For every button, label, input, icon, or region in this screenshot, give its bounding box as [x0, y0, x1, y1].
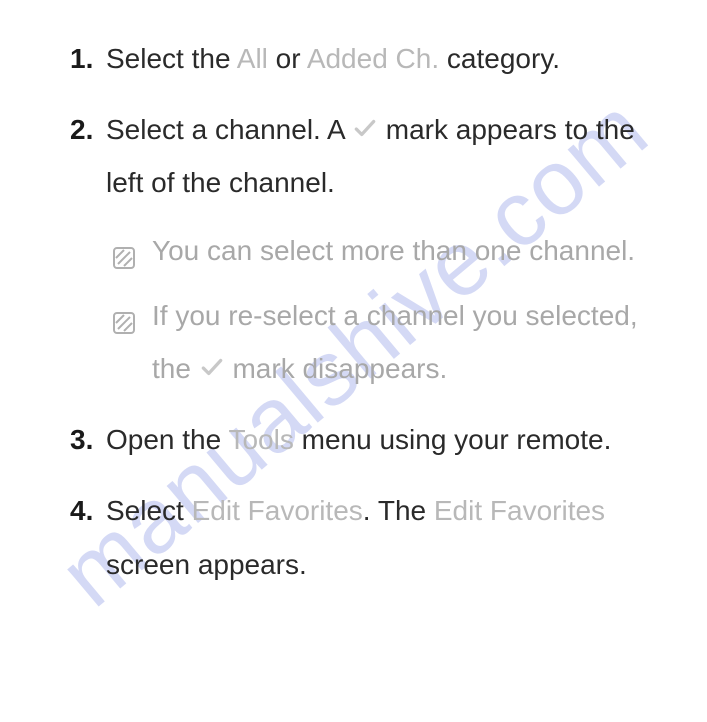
text-fragment: You can select more than one channel.: [152, 235, 635, 266]
text-fragment: screen appears.: [106, 549, 307, 580]
step-3: Open the Tools menu using your remote.: [70, 413, 667, 466]
text-fragment: Open the: [106, 424, 228, 455]
note-icon: [112, 311, 136, 335]
text-fragment: or: [268, 43, 307, 74]
note-icon: [112, 246, 136, 270]
note-1: You can select more than one channel.: [112, 224, 667, 277]
check-icon: [352, 115, 378, 141]
step-2: Select a channel. A mark appears to the …: [70, 103, 667, 395]
step-body: Select the All or Added Ch. category.: [106, 32, 667, 85]
step-body: Select Edit Favorites. The Edit Favorite…: [106, 484, 667, 590]
text-fragment: menu using your remote.: [294, 424, 612, 455]
note-2: If you re-select a channel you selected,…: [112, 289, 667, 395]
text-fragment: Edit Favorites: [434, 495, 605, 526]
step-body: Open the Tools menu using your remote.: [106, 413, 667, 466]
text-fragment: All: [237, 43, 268, 74]
steps-list: Select the All or Added Ch. category.Sel…: [70, 32, 667, 591]
text-fragment: . The: [363, 495, 434, 526]
step-notes: You can select more than one channel. If …: [112, 224, 667, 396]
step-4: Select Edit Favorites. The Edit Favorite…: [70, 484, 667, 590]
note-icon-wrap: [112, 234, 136, 287]
note-text: You can select more than one channel.: [152, 235, 635, 266]
note-icon-wrap: [112, 299, 136, 352]
text-fragment: category.: [439, 43, 560, 74]
text-fragment: Edit Favorites: [192, 495, 363, 526]
text-fragment: Select a channel. A: [106, 114, 352, 145]
text-fragment: Select: [106, 495, 192, 526]
text-fragment: Select the: [106, 43, 237, 74]
step-1: Select the All or Added Ch. category.: [70, 32, 667, 85]
note-text: If you re-select a channel you selected,…: [152, 300, 638, 384]
text-fragment: mark disappears.: [225, 353, 448, 384]
text-fragment: Added Ch.: [307, 43, 439, 74]
check-icon: [199, 354, 225, 380]
step-body: Select a channel. A mark appears to the …: [106, 103, 667, 209]
text-fragment: Tools: [228, 424, 293, 455]
